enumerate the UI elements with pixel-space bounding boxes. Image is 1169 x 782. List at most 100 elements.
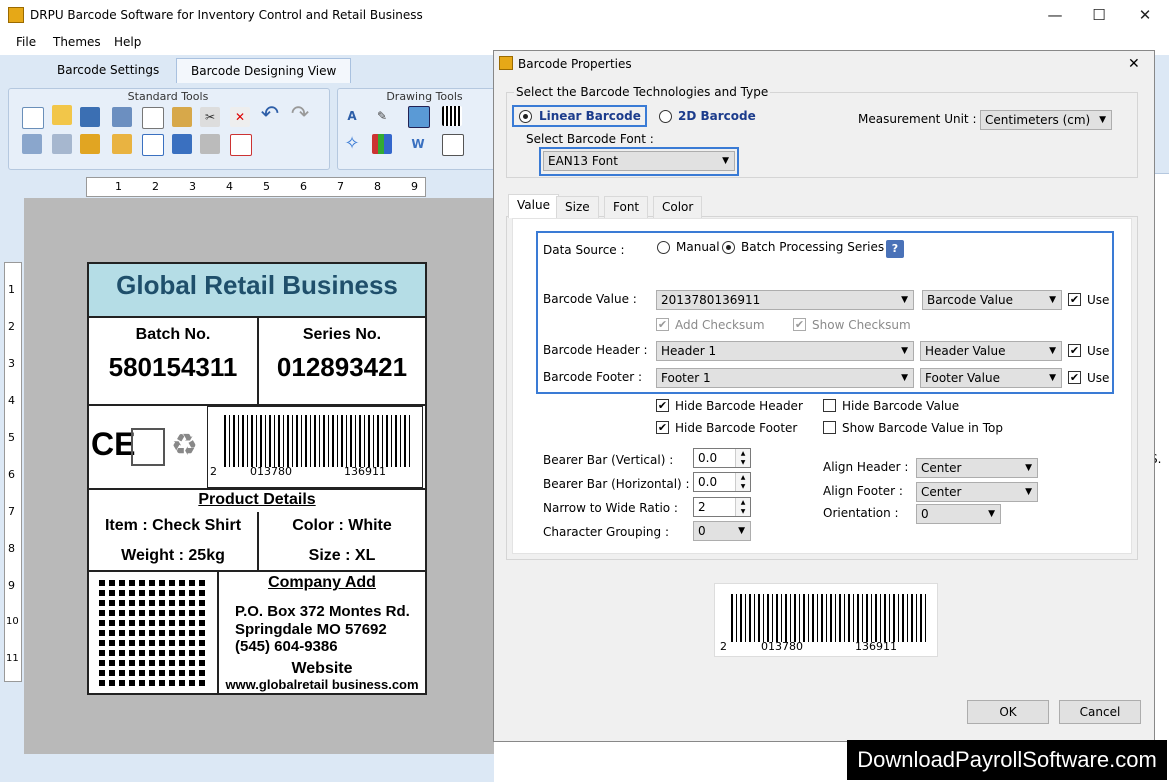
barcode-header-select[interactable]: Header 1 ▼	[656, 341, 914, 361]
hide-footer-label: Hide Barcode Footer	[675, 421, 798, 435]
align-header-select[interactable]: Center ▼	[916, 458, 1038, 478]
phone-text: (545) 604-9386	[235, 638, 338, 655]
bring-front-icon[interactable]	[22, 134, 42, 154]
barcode-digit: 2	[210, 465, 217, 478]
barcode-value-select[interactable]: 2013780136911 ▼	[656, 290, 914, 310]
print-icon[interactable]	[200, 134, 220, 154]
lock-icon[interactable]	[80, 134, 100, 154]
redo-icon[interactable]: ↷	[290, 104, 310, 126]
help-icon[interactable]: ?	[886, 240, 904, 258]
measurement-unit-select[interactable]: Centimeters (cm) ▼	[980, 110, 1112, 130]
hide-value-checkbox[interactable]	[823, 399, 836, 412]
cancel-button[interactable]: Cancel	[1059, 700, 1141, 724]
undo-icon[interactable]: ↶	[260, 104, 280, 126]
linear-barcode-radio[interactable]	[519, 110, 532, 123]
menu-help[interactable]: Help	[114, 35, 141, 49]
menu-themes[interactable]: Themes	[53, 35, 101, 49]
orientation-select[interactable]: 0 ▼	[916, 504, 1001, 524]
delete-icon[interactable]: ✕	[230, 107, 250, 127]
linear-barcode-label[interactable]: Linear Barcode	[539, 109, 641, 123]
star-icon[interactable]: ✧	[342, 134, 362, 154]
dialog-icon	[499, 56, 513, 70]
grid-icon[interactable]	[142, 134, 164, 156]
app-icon	[8, 7, 24, 23]
manual-radio[interactable]	[657, 241, 670, 254]
save-as-icon[interactable]	[112, 107, 132, 127]
align-header-label: Align Header :	[823, 460, 909, 474]
tab-font[interactable]: Font	[604, 196, 649, 218]
hide-footer-checkbox[interactable]: ✔	[656, 421, 669, 434]
barcode-font-select[interactable]: EAN13 Font ▼	[543, 151, 735, 171]
header-type-select[interactable]: Header Value ▼	[920, 341, 1062, 361]
ruler-tick: 9	[8, 579, 15, 592]
library-icon[interactable]	[372, 134, 392, 154]
unlock-icon[interactable]	[112, 134, 132, 154]
ruler-tick: 3	[189, 180, 196, 193]
preview-digit: 2	[720, 640, 727, 653]
manual-label[interactable]: Manual	[676, 240, 720, 254]
minimize-button[interactable]: —	[1038, 4, 1072, 26]
picture-icon[interactable]	[408, 106, 430, 128]
ok-button[interactable]: OK	[967, 700, 1049, 724]
save-icon[interactable]	[80, 107, 100, 127]
tab-size[interactable]: Size	[556, 196, 599, 218]
export-icon[interactable]	[230, 134, 252, 156]
show-checksum-checkbox[interactable]: ✔	[793, 318, 806, 331]
2d-barcode-radio[interactable]	[659, 110, 672, 123]
new-icon[interactable]	[22, 107, 44, 129]
batch-series-radio[interactable]	[722, 241, 735, 254]
address-line-2: Springdale MO 57692	[235, 621, 387, 638]
batch-label: Batch No.	[135, 326, 211, 343]
tab-color[interactable]: Color	[653, 196, 703, 218]
word-art-icon[interactable]: W	[408, 134, 428, 154]
bearer-horizontal-input[interactable]: 0.0 ▲ ▼	[693, 472, 751, 492]
show-value-top-checkbox[interactable]	[823, 421, 836, 434]
measurement-unit-label: Measurement Unit :	[858, 112, 977, 126]
character-grouping-select[interactable]: 0 ▼	[693, 521, 751, 541]
cut-icon[interactable]: ✂	[200, 107, 220, 127]
copy-icon[interactable]	[142, 107, 164, 129]
address-line-1: P.O. Box 372 Montes Rd.	[235, 603, 410, 620]
text-tool-icon[interactable]: A	[342, 106, 362, 126]
send-back-icon[interactable]	[52, 134, 72, 154]
tab-value[interactable]: Value	[508, 194, 559, 218]
bearer-vertical-input[interactable]: 0.0 ▲ ▼	[693, 448, 751, 468]
weight-text: Weight : 25kg	[121, 547, 225, 564]
barcode-footer-select[interactable]: Footer 1 ▼	[656, 368, 914, 388]
barcode-tool-icon[interactable]	[442, 106, 462, 126]
2d-barcode-label[interactable]: 2D Barcode	[678, 109, 756, 123]
barcode-value-type-select[interactable]: Barcode Value ▼	[922, 290, 1062, 310]
label-barcode[interactable]: 2 013780 136911	[207, 406, 423, 488]
batch-series-label[interactable]: Batch Processing Series	[741, 240, 884, 254]
show-value-top-label: Show Barcode Value in Top	[842, 421, 1003, 435]
pencil-icon[interactable]: ✎	[372, 106, 392, 126]
hide-header-checkbox[interactable]: ✔	[656, 399, 669, 412]
open-icon[interactable]	[52, 105, 72, 125]
ruler-tick: 6	[8, 468, 15, 481]
use-value-checkbox[interactable]: ✔	[1068, 293, 1081, 306]
align-footer-select[interactable]: Center ▼	[916, 482, 1038, 502]
menu-file[interactable]: File	[16, 35, 36, 49]
tab-barcode-settings[interactable]: Barcode Settings	[43, 58, 173, 83]
page-setup-icon[interactable]	[172, 134, 192, 154]
barcode-label[interactable]: Global Retail Business Batch No. 5801543…	[87, 262, 427, 695]
character-grouping-label: Character Grouping :	[543, 525, 670, 539]
shapes-icon[interactable]	[442, 134, 464, 156]
footer-type-select[interactable]: Footer Value ▼	[920, 368, 1062, 388]
use-footer-checkbox[interactable]: ✔	[1068, 371, 1081, 384]
close-button[interactable]: ✕	[1128, 4, 1162, 26]
ruler-tick: 2	[8, 320, 15, 333]
maximize-button[interactable]: ☐	[1082, 4, 1116, 26]
dialog-close-button[interactable]: ✕	[1128, 56, 1140, 72]
use-header-checkbox[interactable]: ✔	[1068, 344, 1081, 357]
ruler-tick: 10	[6, 616, 19, 627]
batch-value: 580154311	[108, 352, 238, 382]
barcode-header-label: Barcode Header :	[543, 343, 648, 357]
add-checksum-checkbox[interactable]: ✔	[656, 318, 669, 331]
paste-icon[interactable]	[172, 107, 192, 127]
ratio-input[interactable]: 2 ▲ ▼	[693, 497, 751, 517]
ruler-tick: 6	[300, 180, 307, 193]
color-text: Color : White	[292, 517, 392, 534]
tab-barcode-designing-view[interactable]: Barcode Designing View	[176, 58, 352, 84]
website-text: www.globalretail business.com	[225, 677, 419, 692]
